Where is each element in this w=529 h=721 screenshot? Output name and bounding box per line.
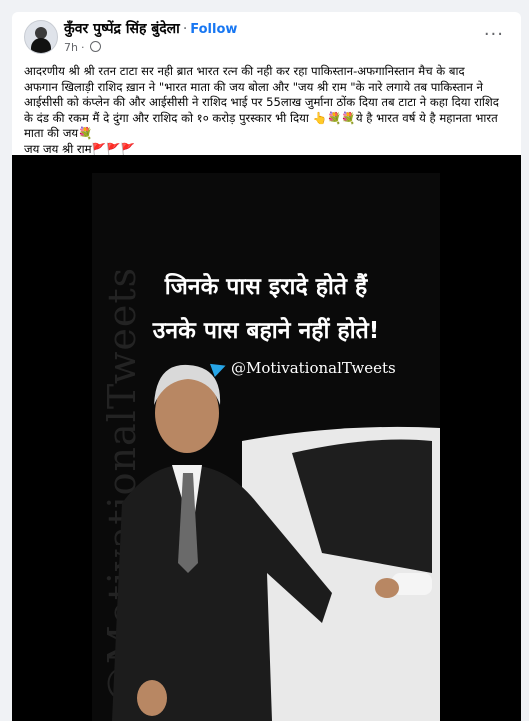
photo-illustration (112, 364, 440, 721)
poster: @MotivationalTweets जिनके पास इरादे होते… (92, 173, 440, 721)
separator-dot: · (182, 21, 188, 37)
post-text-line: के दंड की रकम मैं दे दुंगा और राशिद को १… (24, 110, 498, 125)
man-hand (375, 578, 399, 598)
post-card: कुँवर पुष्पेंद्र सिंह बुंदेला · Follow 7h ·… (12, 12, 521, 721)
man-hand (137, 680, 167, 716)
avatar-torso (31, 38, 51, 53)
post-text: आदरणीय श्री श्री रतन टाटा सर नही ब्रात भ… (24, 64, 512, 158)
post-header: कुँवर पुष्पेंद्र सिंह बुंदेला · Follow 7h ·… (24, 20, 504, 60)
globe-icon (90, 41, 102, 52)
author-meta: कुँवर पुष्पेंद्र सिंह बुंदेला · Follow 7h · (64, 20, 237, 56)
follow-button[interactable]: Follow (190, 22, 237, 37)
post-time[interactable]: 7h (64, 41, 78, 54)
author-row: कुँवर पुष्पेंद्र सिंह बुंदेला · Follow (64, 20, 237, 39)
post-text-line: माता की जय💐 (24, 126, 93, 141)
separator-dot: · (80, 41, 85, 54)
timestamp-row: 7h · (64, 40, 237, 56)
more-options-icon[interactable]: ··· (484, 24, 504, 45)
post-image[interactable]: @MotivationalTweets जिनके पास इरादे होते… (12, 155, 521, 721)
post-text-line: आदरणीय श्री श्री रतन टाटा सर नही ब्रात भ… (24, 64, 465, 78)
post-text-line: अफगान खिलाड़ी राशिद ख़ान ने "भारत माता क… (24, 79, 483, 94)
author-avatar[interactable] (24, 20, 58, 54)
author-name[interactable]: कुँवर पुष्पेंद्र सिंह बुंदेला (64, 21, 180, 37)
post-text-line: आईसीसी को कंप्लेन की और आईसीसी ने राशिद … (24, 95, 499, 110)
